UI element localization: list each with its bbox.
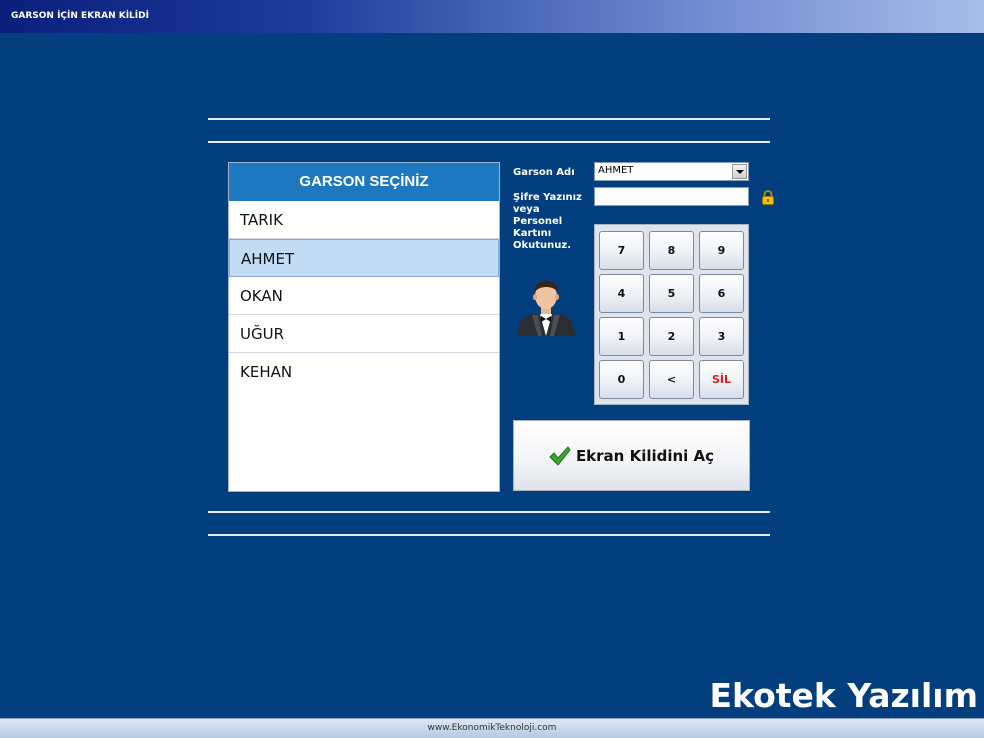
waiter-name-select[interactable]: AHMET: [594, 162, 749, 181]
title-bar: GARSON İÇİN EKRAN KİLİDİ: [0, 0, 984, 33]
divider-top-2: [208, 141, 770, 143]
waiter-list-item-tarik[interactable]: TARIK: [229, 201, 499, 239]
key-8[interactable]: 8: [649, 231, 694, 270]
waiter-avatar-icon: [516, 281, 576, 336]
password-label-line: Personel: [513, 216, 563, 227]
footer-status-bar: www.EkonomikTeknoloji.com: [0, 718, 984, 738]
key-0[interactable]: 0: [599, 360, 644, 399]
waiter-list-item-kehan[interactable]: KEHAN: [229, 353, 499, 391]
chevron-down-icon[interactable]: [732, 164, 747, 179]
divider-bottom-2: [208, 534, 770, 536]
password-label-line: Okutunuz.: [513, 240, 572, 251]
waiter-list-item-ahmet[interactable]: AHMET: [229, 239, 499, 277]
password-label: Şifre Yazınız veya Personel Kartını Okut…: [513, 192, 582, 252]
unlock-screen-button[interactable]: Ekran Kilidini Aç: [513, 420, 750, 491]
waiter-list-header: GARSON SEÇİNİZ: [229, 163, 499, 201]
password-input[interactable]: [594, 187, 749, 206]
unlock-screen-label: Ekran Kilidini Aç: [575, 446, 715, 465]
key-9[interactable]: 9: [699, 231, 744, 270]
check-icon: [549, 445, 571, 466]
lock-icon: [762, 190, 774, 205]
waiter-list-panel: GARSON SEÇİNİZ TARIK AHMET OKAN UĞUR KEH…: [228, 162, 500, 492]
numeric-keypad: 7 8 9 4 5 6 1 2 3 0 < SİL: [594, 224, 749, 405]
key-4[interactable]: 4: [599, 274, 644, 313]
divider-bottom-1: [208, 511, 770, 513]
window-title: GARSON İÇİN EKRAN KİLİDİ: [11, 11, 149, 21]
waiter-name-value: AHMET: [598, 165, 634, 176]
key-7[interactable]: 7: [599, 231, 644, 270]
password-label-line: Kartını: [513, 228, 552, 239]
password-label-line: veya: [513, 204, 540, 215]
key-6[interactable]: 6: [699, 274, 744, 313]
password-label-line: Şifre Yazınız: [513, 192, 582, 203]
brand-name: Ekotek Yazılım: [709, 676, 978, 715]
backspace-key[interactable]: <: [649, 360, 694, 399]
key-3[interactable]: 3: [699, 317, 744, 356]
waiter-name-label: Garson Adı: [513, 167, 575, 178]
waiter-list-item-ugur[interactable]: UĞUR: [229, 315, 499, 353]
key-1[interactable]: 1: [599, 317, 644, 356]
divider-top-1: [208, 118, 770, 120]
waiter-list-item-okan[interactable]: OKAN: [229, 277, 499, 315]
delete-key[interactable]: SİL: [699, 360, 744, 399]
footer-url: www.EkonomikTeknoloji.com: [427, 723, 557, 733]
key-5[interactable]: 5: [649, 274, 694, 313]
key-2[interactable]: 2: [649, 317, 694, 356]
